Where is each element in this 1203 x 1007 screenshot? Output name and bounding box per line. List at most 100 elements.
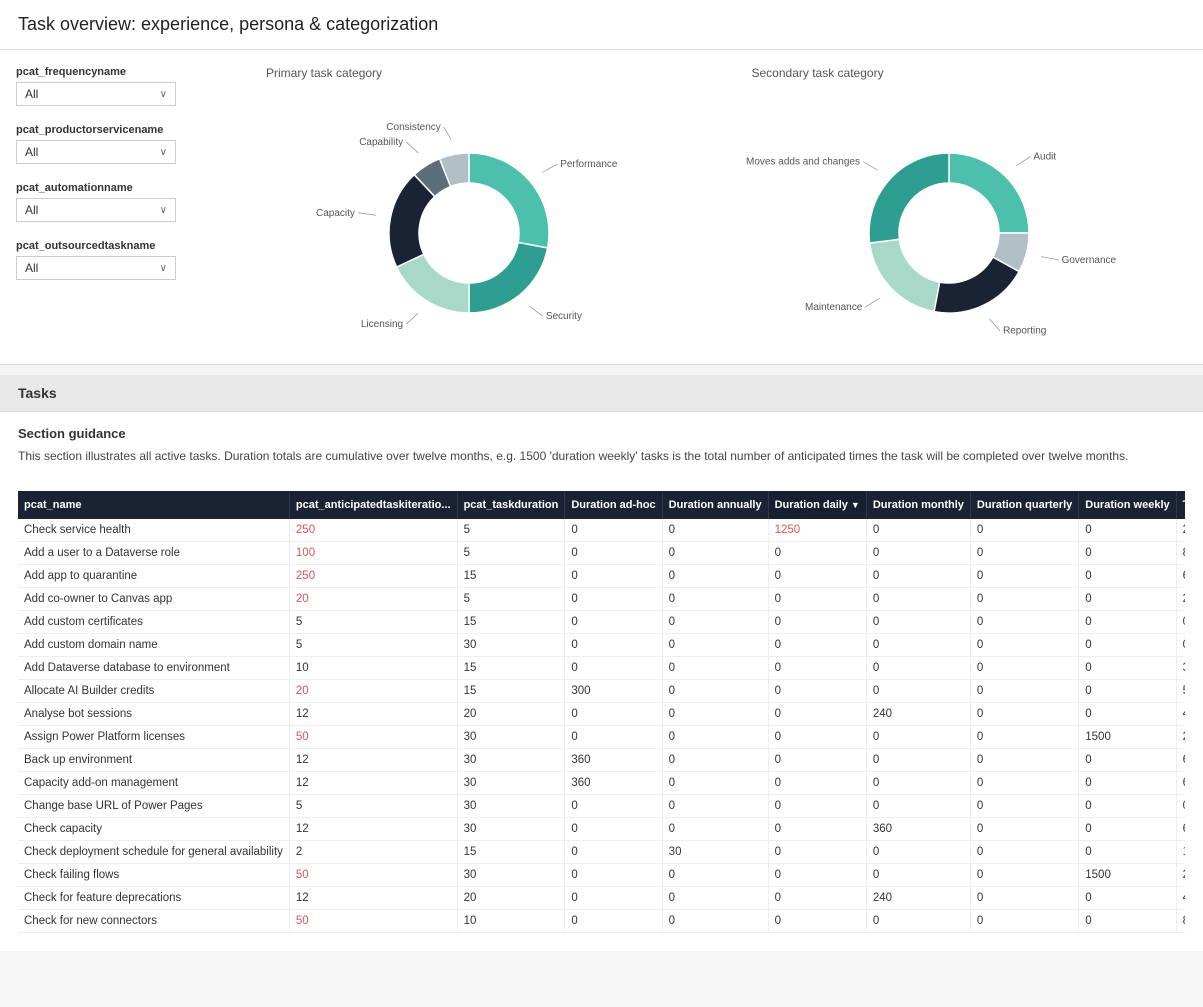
cell-duration_quarterly: 0 bbox=[970, 795, 1078, 818]
col-header-duration_annually[interactable]: Duration annually bbox=[662, 491, 768, 519]
cell-pcat_taskduration: 30 bbox=[457, 749, 565, 772]
cell-total_hours: 21 bbox=[1176, 519, 1185, 542]
cell-duration_adhoc: 0 bbox=[565, 542, 662, 565]
cell-pcat_name: Check failing flows bbox=[18, 864, 289, 887]
cell-duration_quarterly: 0 bbox=[970, 841, 1078, 864]
cell-duration_weekly: 0 bbox=[1079, 818, 1176, 841]
cell-duration_annually: 0 bbox=[662, 680, 768, 703]
cell-duration_monthly: 0 bbox=[866, 864, 970, 887]
filter-select-pcat_frequencyname[interactable]: All∨ bbox=[16, 82, 176, 106]
filter-value-pcat_automationname: All bbox=[25, 203, 38, 217]
cell-duration_quarterly: 0 bbox=[970, 749, 1078, 772]
donut-segment bbox=[869, 153, 949, 243]
cell-duration_daily: 0 bbox=[768, 749, 866, 772]
col-header-duration_adhoc[interactable]: Duration ad-hoc bbox=[565, 491, 662, 519]
cell-duration_adhoc: 0 bbox=[565, 841, 662, 864]
table-row: Add custom domain name5300000000 bbox=[18, 634, 1185, 657]
cell-pcat_taskduration: 15 bbox=[457, 657, 565, 680]
cell-duration_quarterly: 0 bbox=[970, 703, 1078, 726]
cell-total_hours: 4 bbox=[1176, 887, 1185, 910]
cell-pcat_name: Add a user to a Dataverse role bbox=[18, 542, 289, 565]
cell-duration_adhoc: 300 bbox=[565, 680, 662, 703]
cell-total_hours: 3 bbox=[1176, 657, 1185, 680]
cell-duration_monthly: 240 bbox=[866, 703, 970, 726]
table-row: Allocate AI Builder credits2015300000005 bbox=[18, 680, 1185, 703]
cell-pcat_name: Add custom certificates bbox=[18, 611, 289, 634]
cell-duration_annually: 0 bbox=[662, 887, 768, 910]
cell-duration_quarterly: 0 bbox=[970, 611, 1078, 634]
col-header-pcat_anticipatedtaskiteratio[interactable]: pcat_anticipatedtaskiteratio... bbox=[289, 491, 457, 519]
cell-pcat_name: Assign Power Platform licenses bbox=[18, 726, 289, 749]
cell-pcat_anticipatedtaskiteratio: 5 bbox=[289, 795, 457, 818]
cell-duration_monthly: 0 bbox=[866, 588, 970, 611]
cell-pcat_taskduration: 5 bbox=[457, 588, 565, 611]
col-header-pcat_taskduration[interactable]: pcat_taskduration bbox=[457, 491, 565, 519]
primary-chart-container: Primary task category PerformanceSecurit… bbox=[236, 66, 702, 348]
cell-duration_adhoc: 0 bbox=[565, 703, 662, 726]
sort-icon: ▼ bbox=[851, 500, 860, 510]
col-header-duration_monthly[interactable]: Duration monthly bbox=[866, 491, 970, 519]
cell-duration_daily: 0 bbox=[768, 634, 866, 657]
cell-total_hours: 63 bbox=[1176, 565, 1185, 588]
cell-pcat_anticipatedtaskiteratio: 20 bbox=[289, 588, 457, 611]
cell-duration_weekly: 0 bbox=[1079, 634, 1176, 657]
cell-duration_adhoc: 0 bbox=[565, 910, 662, 933]
tasks-section-header: Tasks bbox=[0, 375, 1203, 412]
cell-pcat_anticipatedtaskiteratio: 100 bbox=[289, 542, 457, 565]
cell-duration_weekly: 0 bbox=[1079, 772, 1176, 795]
cell-duration_annually: 30 bbox=[662, 841, 768, 864]
cell-pcat_taskduration: 30 bbox=[457, 795, 565, 818]
cell-duration_adhoc: 0 bbox=[565, 818, 662, 841]
cell-duration_daily: 0 bbox=[768, 565, 866, 588]
cell-total_hours: 6 bbox=[1176, 749, 1185, 772]
filter-select-pcat_automationname[interactable]: All∨ bbox=[16, 198, 176, 222]
chevron-down-icon: ∨ bbox=[160, 89, 167, 100]
cell-pcat_anticipatedtaskiteratio: 50 bbox=[289, 864, 457, 887]
tasks-table: pcat_namepcat_anticipatedtaskiteratio...… bbox=[18, 491, 1185, 933]
cell-pcat_name: Add Dataverse database to environment bbox=[18, 657, 289, 680]
cell-duration_monthly: 0 bbox=[866, 749, 970, 772]
cell-pcat_anticipatedtaskiteratio: 50 bbox=[289, 910, 457, 933]
col-header-duration_weekly[interactable]: Duration weekly bbox=[1079, 491, 1176, 519]
filter-label-pcat_productorservicename: pcat_productorservicename bbox=[16, 124, 216, 136]
donut-label: Licensing bbox=[361, 319, 403, 330]
cell-duration_annually: 0 bbox=[662, 818, 768, 841]
table-row: Change base URL of Power Pages5300000000 bbox=[18, 795, 1185, 818]
cell-pcat_anticipatedtaskiteratio: 12 bbox=[289, 749, 457, 772]
cell-pcat_anticipatedtaskiteratio: 20 bbox=[289, 680, 457, 703]
cell-duration_daily: 0 bbox=[768, 703, 866, 726]
donut-label: Consistency bbox=[386, 122, 440, 133]
primary-donut-chart: PerformanceSecurityLicensingCapacityCapa… bbox=[319, 88, 619, 348]
cell-duration_daily: 0 bbox=[768, 726, 866, 749]
cell-pcat_name: Add custom domain name bbox=[18, 634, 289, 657]
cell-duration_weekly: 0 bbox=[1079, 749, 1176, 772]
cell-duration_daily: 0 bbox=[768, 772, 866, 795]
donut-label: Performance bbox=[560, 159, 618, 170]
cell-duration_daily: 0 bbox=[768, 657, 866, 680]
cell-pcat_name: Check for new connectors bbox=[18, 910, 289, 933]
col-header-total_hours[interactable]: Total hours bbox=[1176, 491, 1185, 519]
donut-segment bbox=[469, 153, 549, 248]
cell-duration_daily: 0 bbox=[768, 864, 866, 887]
page-title: Task overview: experience, persona & cat… bbox=[18, 14, 1185, 35]
cell-pcat_anticipatedtaskiteratio: 5 bbox=[289, 634, 457, 657]
cell-pcat_taskduration: 5 bbox=[457, 542, 565, 565]
cell-duration_weekly: 1500 bbox=[1079, 864, 1176, 887]
cell-duration_weekly: 0 bbox=[1079, 542, 1176, 565]
filter-select-pcat_outsourcedtaskname[interactable]: All∨ bbox=[16, 256, 176, 280]
cell-pcat_name: Allocate AI Builder credits bbox=[18, 680, 289, 703]
cell-duration_monthly: 0 bbox=[866, 910, 970, 933]
donut-label: Maintenance bbox=[805, 302, 863, 313]
cell-pcat_anticipatedtaskiteratio: 12 bbox=[289, 703, 457, 726]
cell-duration_weekly: 0 bbox=[1079, 565, 1176, 588]
filter-select-pcat_productorservicename[interactable]: All∨ bbox=[16, 140, 176, 164]
cell-duration_quarterly: 0 bbox=[970, 542, 1078, 565]
cell-duration_monthly: 0 bbox=[866, 726, 970, 749]
col-header-duration_daily[interactable]: Duration daily▼ bbox=[768, 491, 866, 519]
cell-duration_weekly: 0 bbox=[1079, 841, 1176, 864]
cell-pcat_name: Capacity add-on management bbox=[18, 772, 289, 795]
col-header-duration_quarterly[interactable]: Duration quarterly bbox=[970, 491, 1078, 519]
filter-group-pcat_frequencyname: pcat_frequencynameAll∨ bbox=[16, 66, 216, 106]
col-header-pcat_name[interactable]: pcat_name bbox=[18, 491, 289, 519]
cell-pcat_anticipatedtaskiteratio: 12 bbox=[289, 772, 457, 795]
